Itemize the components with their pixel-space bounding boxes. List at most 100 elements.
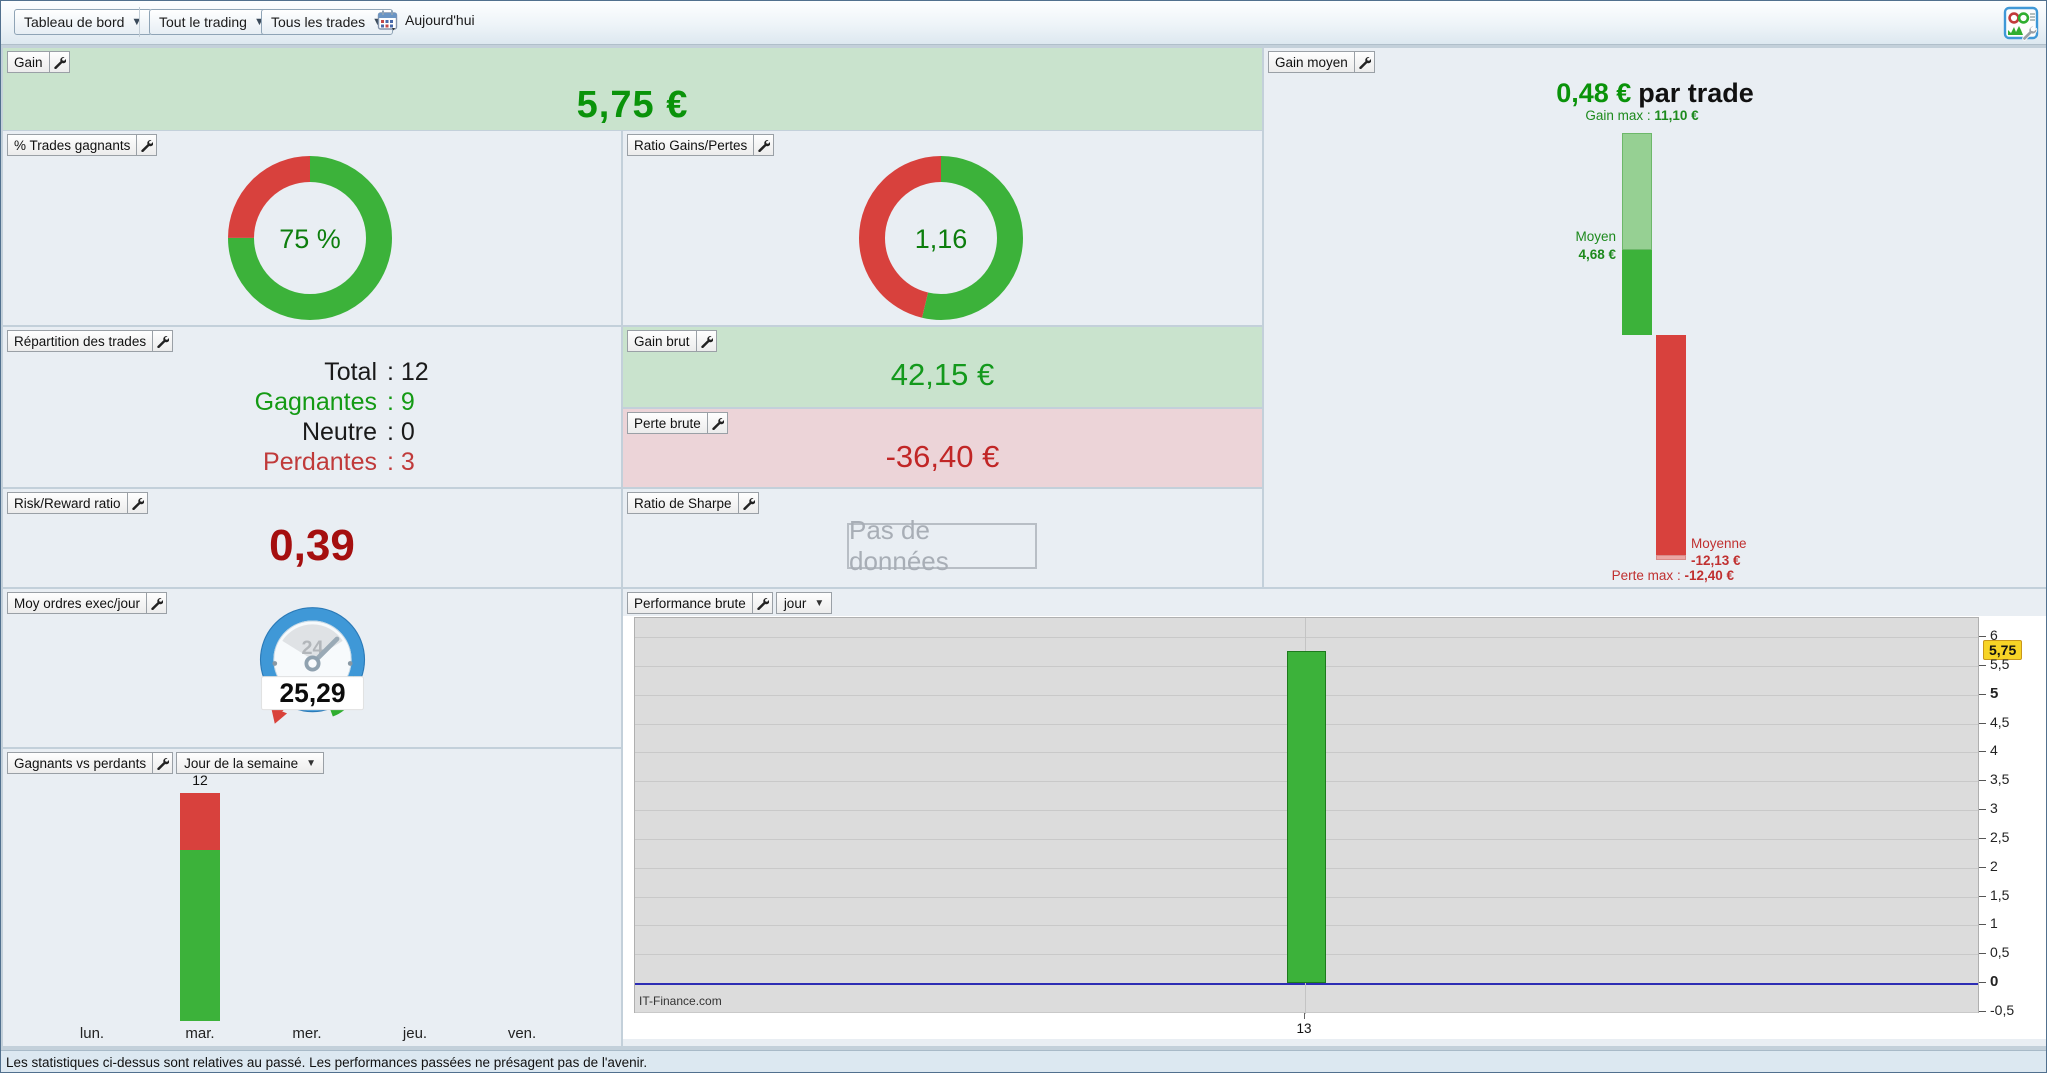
wrench-icon[interactable] [753, 134, 775, 156]
performance-period-dropdown[interactable]: jour ▼ [775, 592, 833, 614]
y-axis-tick-label: 1,5 [1990, 886, 2010, 903]
panel-gain-moyen: Gain moyen 0,48 €par trade Gain max11,10… [1264, 48, 2046, 587]
panel-performance-brute: Performance brute jour ▼ IT-Finance.com … [623, 589, 2046, 1046]
wrench-icon[interactable] [136, 134, 158, 156]
gain-max-label: Gain max11,10 € [1542, 108, 1742, 123]
winning-trades-donut-label: 75 % [279, 224, 341, 254]
watermark: IT-Finance.com [639, 994, 722, 1008]
repartition-rows: Total12 Gagnantes9 Neutre0 Perdantes3 [3, 357, 621, 477]
weekday-category-label: ven. [507, 1025, 537, 1042]
repartition-row-perdantes: Perdantes3 [3, 447, 621, 477]
repartition-row-gagnantes: Gagnantes9 [3, 387, 621, 417]
repartition-row-total: Total12 [3, 357, 621, 387]
y-axis-tick-label: 2,5 [1990, 828, 2010, 845]
ratio-donut-label: 1,16 [914, 224, 968, 254]
performance-bar [1287, 651, 1326, 983]
panel-moy-ordres-title: Moy ordres exec/jour [7, 592, 148, 614]
perte-brute-value: -36,40 € [885, 439, 1000, 474]
gridline [635, 1011, 1978, 1013]
gain-moyen-headline: 0,48 € par trade [1264, 78, 2046, 109]
today-label: Aujourd'hui [405, 12, 475, 28]
trading-scope-menu-button[interactable]: Tout le trading ▼ [149, 9, 275, 35]
date-selector[interactable]: Aujourd'hui [377, 9, 475, 31]
dashboard-menu-label: Tableau de bord [24, 14, 125, 30]
panel-gain: Gain 5,75 € [3, 48, 1262, 130]
panel-perte-brute-title: Perte brute [627, 412, 708, 434]
panel-ratio-sharpe: Ratio de Sharpe Pas de données [623, 489, 1262, 587]
panel-gain-brut-title: Gain brut [627, 330, 697, 352]
chevron-down-icon: ▼ [814, 597, 825, 609]
wrench-icon[interactable] [751, 592, 773, 614]
panel-risk-reward: Risk/Reward ratio 0,39 [3, 489, 621, 587]
y-axis-tick-label: 6 [1990, 627, 1998, 644]
wrench-icon[interactable] [706, 412, 728, 434]
panel-gain-moyen-title: Gain moyen [1268, 51, 1355, 73]
repartition-row-neutre: Neutre0 [3, 417, 621, 447]
sharpe-no-data-box: Pas de données [847, 515, 1037, 576]
panel-gvp-title: Gagnants vs perdants [7, 752, 154, 774]
y-axis-tick-label: -0,5 [1990, 1001, 2015, 1018]
gridline [635, 637, 1978, 639]
gvp-period-dropdown[interactable]: Jour de la semaine ▼ [176, 752, 325, 774]
trades-filter-label: Tous les trades [271, 14, 366, 30]
weekday-category-label: jeu. [402, 1025, 428, 1042]
y-axis-tick-label: 0,5 [1990, 944, 2010, 961]
y-axis-tick-label: 4,5 [1990, 713, 2010, 730]
y-axis-tick-label: 0 [1990, 973, 1999, 990]
wrench-icon[interactable] [152, 752, 174, 774]
chevron-down-icon: ▼ [131, 16, 143, 28]
moyen-value: 4,68 € [1578, 247, 1616, 262]
panel-sharpe-title: Ratio de Sharpe [627, 492, 739, 514]
wrench-icon[interactable] [146, 592, 168, 614]
trading-scope-label: Tout le trading [159, 14, 247, 30]
toolbar: Tableau de bord ▼ Tout le trading ▼ Tous… [1, 1, 2046, 45]
panel-repartition-title: Répartition des trades [7, 330, 154, 352]
gain-moyen-value: 0,48 € [1556, 78, 1632, 108]
y-axis-tick-label: 2 [1990, 857, 1998, 874]
dashboard-settings-icon[interactable] [2003, 5, 2039, 41]
moyenne-value: -12,13 € [1691, 553, 1741, 568]
panel-perte-brute: Perte brute -36,40 € [623, 409, 1262, 487]
wrench-icon[interactable] [48, 51, 70, 73]
wrench-icon[interactable] [152, 330, 174, 352]
moyen-label: Moyen [1575, 229, 1616, 244]
y-axis-tick-label: 3 [1990, 800, 1998, 817]
y-axis-tick-label: 3,5 [1990, 771, 2010, 788]
chevron-down-icon: ▼ [306, 757, 317, 769]
panel-gain-brut: Gain brut 42,15 € [623, 327, 1262, 407]
zero-line [635, 983, 1978, 985]
orders-per-day-value: 25,29 [279, 678, 345, 708]
risk-reward-value: 0,39 [269, 521, 355, 570]
x-tick-label: 13 [1296, 1021, 1312, 1036]
perte-max-label: Perte max-12,40 € [1434, 568, 1734, 583]
gain-brut-value: 42,15 € [890, 357, 995, 392]
trades-filter-menu-button[interactable]: Tous les trades ▼ [261, 9, 394, 35]
weekday-category-label: mar. [185, 1025, 215, 1042]
y-axis-tick-label: 1 [1990, 915, 1998, 932]
x-tick-mark [1304, 1013, 1305, 1019]
panel-risk-reward-title: Risk/Reward ratio [7, 492, 128, 514]
moyenne-label: Moyenne [1691, 536, 1747, 551]
panel-pct-title: % Trades gagnants [7, 134, 138, 156]
y-axis-tick-label: 5 [1990, 684, 1999, 702]
performance-plot-area: IT-Finance.com [634, 617, 1979, 1014]
bar-total-label: 12 [192, 772, 208, 788]
panel-repartition: Répartition des trades Total12 Gagnantes… [3, 327, 621, 487]
wrench-icon[interactable] [695, 330, 717, 352]
panel-performance-title: Performance brute [627, 592, 753, 614]
y-axis-tick-label: 4 [1990, 742, 1998, 759]
gain-moyen-suffix: par trade [1638, 78, 1754, 108]
panel-ratio-title: Ratio Gains/Pertes [627, 134, 755, 156]
trading-dashboard-window: Tableau de bord ▼ Tout le trading ▼ Tous… [0, 0, 2047, 1073]
panel-pct-trades-gagnants: % Trades gagnants 75 % [3, 131, 621, 325]
wrench-icon[interactable] [1353, 51, 1375, 73]
wrench-icon[interactable] [737, 492, 759, 514]
panel-gagnants-vs-perdants: Gagnants vs perdants Jour de la semaine … [3, 749, 621, 1046]
panel-moy-ordres: Moy ordres exec/jour 24 25,29 [3, 589, 621, 747]
disclaimer-bar: Les statistiques ci-dessus sont relative… [1, 1050, 2046, 1072]
wrench-icon[interactable] [126, 492, 148, 514]
dashboard-menu-button[interactable]: Tableau de bord ▼ [14, 9, 153, 35]
orders-gauge-icon: 24 25,29 [235, 605, 390, 742]
toolbar-separator [139, 7, 140, 37]
panel-gain-title: Gain [7, 51, 50, 73]
